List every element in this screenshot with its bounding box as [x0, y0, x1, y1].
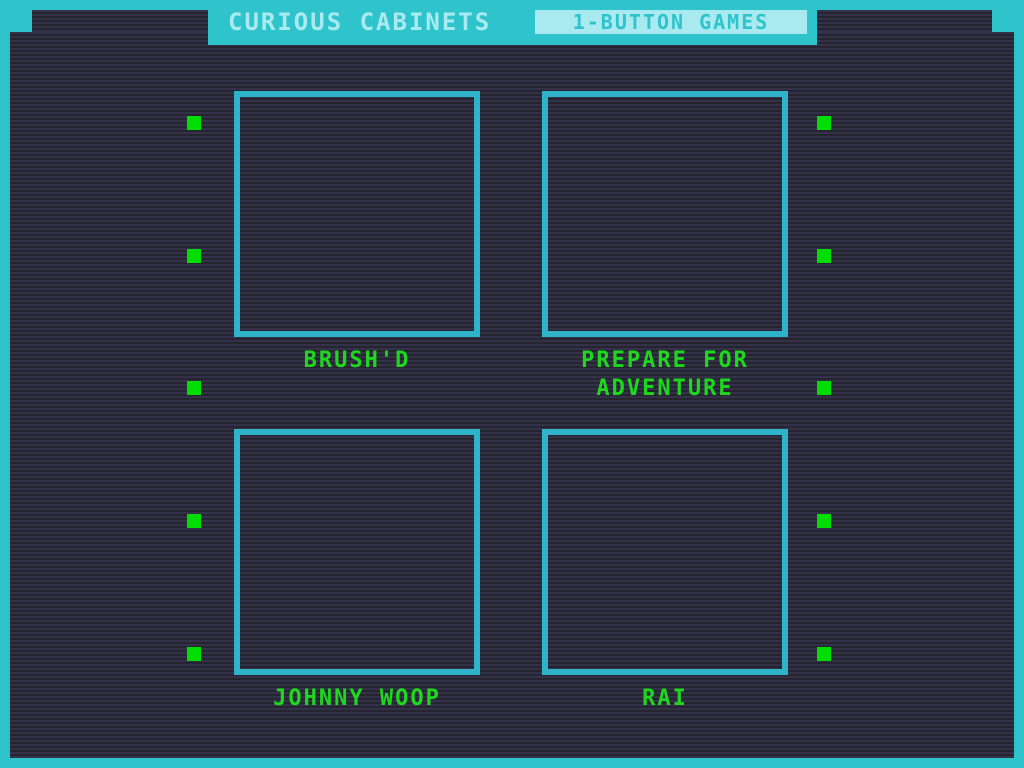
- menu-screen: [10, 32, 1014, 758]
- indicator-light-left: [187, 116, 201, 130]
- indicator-light-left: [187, 249, 201, 263]
- cabinet-label-brushd: BRUSH'D: [303, 348, 411, 373]
- cabinet-rai[interactable]: [542, 429, 788, 675]
- tab-label: 1-BUTTON GAMES: [572, 10, 770, 34]
- cabinet-brushd[interactable]: [234, 91, 480, 337]
- indicator-light-left: [187, 647, 201, 661]
- cabinet-label-johnny-woop: JOHNNY WOOP: [273, 686, 441, 711]
- cabinet-label-prepare-for-adventure: PREPARE FOR ADVENTURE: [581, 348, 749, 401]
- cabinet-label-rai: RAI: [642, 686, 688, 711]
- tab-1-button-games[interactable]: 1-BUTTON GAMES: [535, 10, 807, 34]
- cabinet-johnny-woop[interactable]: [234, 429, 480, 675]
- indicator-light-left: [187, 514, 201, 528]
- indicator-light-right: [817, 249, 831, 263]
- indicator-light-right: [817, 647, 831, 661]
- header-bar: CURIOUS CABINETS 1-BUTTON GAMES: [208, 0, 817, 45]
- screen-bottom-strip: [32, 736, 992, 758]
- cabinet-prepare-for-adventure[interactable]: [542, 91, 788, 337]
- indicator-light-right: [817, 116, 831, 130]
- indicator-light-left: [187, 381, 201, 395]
- app-title: CURIOUS CABINETS: [228, 8, 492, 36]
- indicator-light-right: [817, 514, 831, 528]
- arcade-frame: CURIOUS CABINETS 1-BUTTON GAMES BRUSH'D …: [0, 0, 1024, 768]
- indicator-light-right: [817, 381, 831, 395]
